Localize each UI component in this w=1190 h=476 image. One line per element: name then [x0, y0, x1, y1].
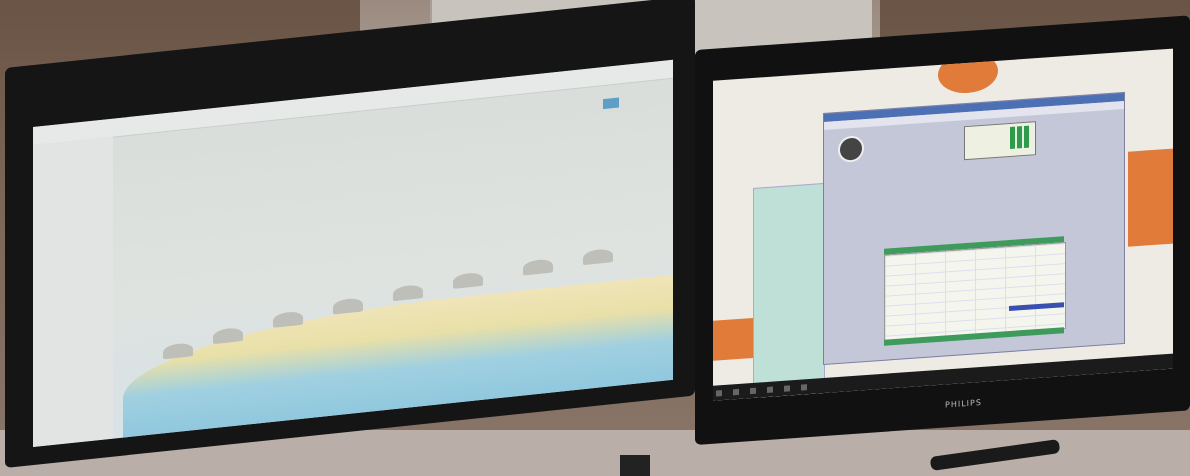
wallpaper-shape [938, 50, 998, 96]
monitor-stand [620, 455, 650, 476]
right-monitor: PHILIPS [695, 15, 1190, 445]
beach-umbrella [393, 284, 423, 302]
keypad-icon [1010, 125, 1030, 149]
wallpaper-shape [1128, 148, 1173, 247]
beach-umbrella [453, 271, 483, 289]
taskbar-icon [716, 390, 722, 397]
background-window [753, 182, 825, 400]
data-grid [884, 242, 1066, 342]
left-monitor [5, 0, 695, 468]
taskbar-icon [750, 387, 757, 395]
taskbar-icon [767, 386, 774, 393]
wallpaper-shape [713, 317, 753, 361]
beach-umbrella [523, 258, 553, 276]
taskbar-icon [733, 388, 740, 396]
desktop-app-window [823, 91, 1125, 366]
monitor-brand-label: PHILIPS [945, 397, 982, 410]
action-button [603, 97, 619, 110]
avatar [838, 135, 864, 164]
taskbar-icon [784, 385, 791, 392]
app-sidebar [33, 136, 113, 448]
right-monitor-screen [713, 48, 1173, 401]
left-monitor-screen [33, 59, 673, 448]
beach-umbrella [583, 248, 613, 266]
browser-topbar [33, 59, 673, 147]
taskbar-icon [801, 384, 808, 391]
